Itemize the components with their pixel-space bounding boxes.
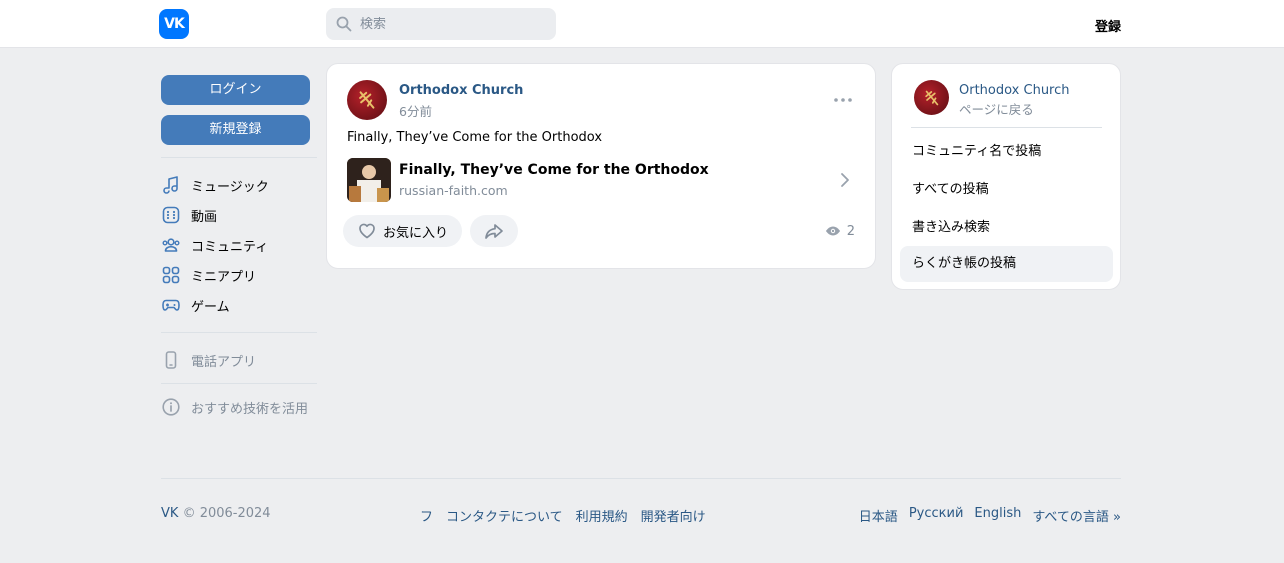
sidebar-divider [161, 157, 317, 158]
menu-item-wall-posts[interactable]: らくがき帳の投稿 [900, 246, 1113, 282]
community-name[interactable]: Orthodox Church [959, 83, 1070, 98]
view-count: 2 [846, 223, 855, 239]
community-avatar[interactable] [347, 80, 387, 120]
sidebar-divider [161, 383, 317, 384]
sidebar-item-video[interactable]: 動画 [161, 200, 317, 230]
eye-icon [825, 226, 840, 236]
orthodox-cross-icon [924, 90, 938, 105]
footer-years: © 2006-2024 [182, 506, 271, 521]
post-author[interactable]: Orthodox Church [399, 83, 523, 98]
footer-languages: 日本語 Русский English すべての言語 » [859, 506, 1121, 525]
sidebar-item-label: 動画 [191, 209, 218, 225]
sidebar-item-label: ゲーム [191, 299, 230, 315]
sidebar-item-phone-app[interactable]: 電話アプリ [161, 345, 317, 375]
left-sidebar: ログイン 新規登録 ミュージック 動画 コミュニティ ミニアプリ ゲーム 電話ア… [161, 75, 317, 422]
sidebar-item-label: コミュニティ [191, 239, 269, 255]
post-card: Orthodox Church 6分前 Finally, They’ve Com… [326, 63, 876, 269]
footer-link[interactable]: フ [420, 506, 433, 525]
more-options-button[interactable] [831, 92, 855, 108]
footer-link-developers[interactable]: 開発者向け [641, 506, 706, 525]
back-to-page-link[interactable]: ページに戻る [959, 99, 1034, 118]
search-box[interactable] [326, 8, 556, 40]
info-icon [162, 398, 180, 416]
link-thumbnail [347, 158, 391, 202]
heart-icon [359, 223, 375, 239]
share-button[interactable] [470, 215, 518, 247]
community-panel: Orthodox Church ページに戻る コミュニティ名で投稿 すべての投稿… [891, 63, 1121, 290]
sidebar-item-label: ミニアプリ [191, 269, 257, 285]
footer-brand-link[interactable]: VK [161, 506, 178, 521]
chevron-right-icon [841, 173, 849, 187]
sidebar-item-label: ミュージック [191, 179, 269, 195]
sidebar-item-mini-apps[interactable]: ミニアプリ [161, 260, 317, 290]
link-snippet[interactable]: Finally, They’ve Come for the Orthodox r… [347, 158, 857, 202]
panel-divider [911, 127, 1102, 128]
phone-icon [165, 351, 177, 369]
login-button[interactable]: ログイン [161, 75, 310, 105]
register-link[interactable]: 登録 [1095, 16, 1121, 35]
video-icon [162, 206, 180, 224]
footer-links: フ コンタクテについて 利用規約 開発者向け [420, 506, 706, 525]
language-english[interactable]: English [974, 506, 1021, 525]
sidebar-divider [161, 332, 317, 333]
post-text: Finally, They’ve Come for the Orthodox [347, 130, 603, 145]
link-domain: russian-faith.com [399, 183, 508, 198]
vk-logo[interactable]: VK [159, 9, 189, 39]
more-icon [834, 98, 852, 102]
link-title[interactable]: Finally, They’ve Come for the Orthodox [399, 162, 709, 178]
menu-item-all-posts[interactable]: すべての投稿 [900, 172, 1113, 208]
sidebar-item-music[interactable]: ミュージック [161, 170, 317, 200]
mini-apps-icon [162, 266, 180, 284]
signup-button[interactable]: 新規登録 [161, 115, 310, 145]
music-icon [163, 176, 178, 194]
footer-link-about[interactable]: コンタクテについて [446, 506, 563, 525]
sidebar-item-community[interactable]: コミュニティ [161, 230, 317, 260]
footer-copyright: VK © 2006-2024 [161, 506, 271, 521]
sidebar-item-label: 電話アプリ [191, 354, 257, 370]
top-header: VK 登録 [0, 0, 1284, 48]
menu-item-community-posts[interactable]: コミュニティ名で投稿 [900, 134, 1113, 170]
menu-item-post-search[interactable]: 書き込み検索 [900, 210, 1113, 246]
community-icon [162, 238, 180, 252]
search-icon [336, 16, 352, 32]
language-russian[interactable]: Русский [909, 506, 964, 525]
footer-link-terms[interactable]: 利用規約 [576, 506, 628, 525]
sidebar-item-label: おすすめ技術を活用 [191, 401, 309, 417]
sidebar-item-recommendations[interactable]: おすすめ技術を活用 [161, 392, 317, 422]
footer-divider [161, 478, 1121, 479]
games-icon [162, 299, 180, 311]
view-counter: 2 [825, 223, 855, 239]
like-label: お気に入り [383, 225, 449, 241]
like-button[interactable]: お気に入り [343, 215, 462, 247]
sidebar-item-games[interactable]: ゲーム [161, 290, 317, 320]
search-input[interactable] [360, 16, 550, 32]
post-time[interactable]: 6分前 [399, 101, 432, 120]
language-all[interactable]: すべての言語 » [1032, 506, 1121, 525]
language-japanese[interactable]: 日本語 [859, 506, 898, 525]
share-icon [485, 224, 503, 239]
thumbnail-image [347, 158, 391, 202]
orthodox-cross-icon [359, 91, 375, 109]
community-avatar[interactable] [914, 80, 949, 115]
